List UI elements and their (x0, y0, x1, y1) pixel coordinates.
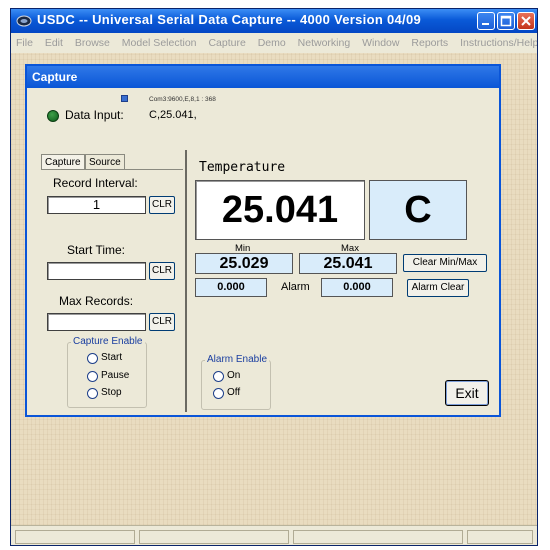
tab-source[interactable]: Source (85, 154, 125, 170)
data-input-label: Data Input: (65, 108, 124, 122)
reading-value-box: 25.041 (195, 180, 365, 240)
reading-unit: C (404, 189, 432, 231)
status-cell (15, 530, 135, 544)
alarm-enable-group (201, 360, 271, 410)
capture-window: Capture Com3:9600,E,8,1 : 368 Data Input… (25, 64, 501, 417)
exit-button[interactable]: Exit (445, 380, 489, 406)
data-input-value: C,25.041, (149, 109, 197, 121)
tab-capture[interactable]: Capture (41, 154, 85, 170)
reading-value: 25.041 (221, 189, 339, 231)
menu-reports[interactable]: Reports (406, 33, 452, 49)
maximize-button[interactable] (497, 12, 515, 30)
status-bar (11, 525, 537, 545)
window-title: USDC -- Universal Serial Data Capture --… (37, 12, 422, 27)
close-icon (521, 16, 531, 26)
alarm-high-value: 0.000 (321, 278, 393, 297)
alarm-label: Alarm (281, 281, 310, 293)
record-interval-input[interactable]: 1 (47, 196, 146, 214)
menu-model-selection[interactable]: Model Selection (117, 33, 201, 49)
menu-browse[interactable]: Browse (70, 33, 114, 49)
radio-alarm-off[interactable] (213, 388, 224, 399)
radio-stop[interactable] (87, 388, 98, 399)
max-records-input[interactable] (47, 313, 146, 331)
menu-bar: File Edit Browse Model Selection Capture… (11, 33, 537, 53)
minimize-button[interactable] (477, 12, 495, 30)
radio-alarm-on[interactable] (213, 371, 224, 382)
alarm-enable-title: Alarm Enable (205, 354, 270, 365)
menu-networking[interactable]: Networking (293, 33, 355, 49)
tab-divider (41, 169, 183, 170)
status-cell (139, 530, 289, 544)
reading-title: Temperature (199, 160, 286, 175)
panel-divider (185, 150, 187, 412)
radio-pause-label: Pause (101, 370, 130, 381)
app-icon (16, 15, 32, 27)
min-value: 25.029 (195, 253, 293, 274)
max-records-clr-button[interactable]: CLR (149, 313, 175, 331)
max-records-label: Max Records: (59, 294, 134, 308)
radio-alarm-on-label: On (227, 370, 241, 381)
reading-unit-box: C (369, 180, 467, 240)
title-bar[interactable]: USDC -- Universal Serial Data Capture --… (11, 9, 537, 33)
capture-window-title[interactable]: Capture (27, 66, 499, 88)
radio-start[interactable] (87, 353, 98, 364)
port-icon (121, 95, 128, 102)
clear-min-max-button[interactable]: Clear Min/Max (403, 254, 487, 272)
record-interval-clr-button[interactable]: CLR (149, 196, 175, 214)
menu-capture[interactable]: Capture (203, 33, 249, 49)
minimize-icon (482, 23, 489, 25)
radio-pause[interactable] (87, 371, 98, 382)
data-input-led-icon (47, 110, 59, 122)
menu-edit[interactable]: Edit (40, 33, 67, 49)
start-time-label: Start Time: (67, 243, 126, 257)
capture-enable-title: Capture Enable (71, 336, 145, 347)
menu-instructions-help[interactable]: Instructions/Help (455, 33, 537, 49)
radio-stop-label: Stop (101, 387, 122, 398)
start-time-clr-button[interactable]: CLR (149, 262, 175, 280)
menu-file[interactable]: File (11, 33, 37, 49)
alarm-low-value: 0.000 (195, 278, 267, 297)
radio-alarm-off-label: Off (227, 387, 241, 398)
status-cell (467, 530, 533, 544)
maximize-icon (500, 15, 512, 27)
close-button[interactable] (517, 12, 535, 30)
start-time-input[interactable] (47, 262, 146, 280)
status-cell (293, 530, 463, 544)
record-interval-label: Record Interval: (53, 176, 138, 190)
alarm-clear-button[interactable]: Alarm Clear (407, 279, 469, 297)
menu-window[interactable]: Window (357, 33, 403, 49)
main-window: USDC -- Universal Serial Data Capture --… (10, 8, 538, 546)
max-value: 25.041 (299, 253, 397, 274)
radio-start-label: Start (101, 352, 123, 363)
menu-demo[interactable]: Demo (253, 33, 290, 49)
com-settings: Com3:9600,E,8,1 : 368 (149, 96, 216, 103)
